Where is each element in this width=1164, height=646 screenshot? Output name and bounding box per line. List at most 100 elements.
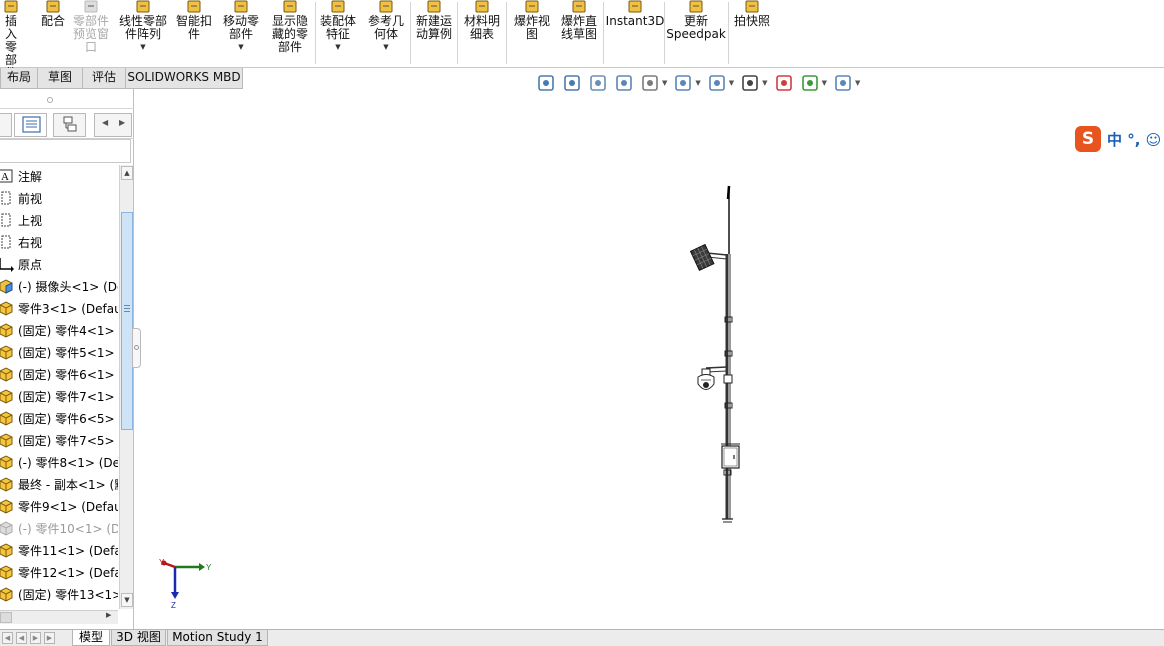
tree-item[interactable]: 前视 (0, 187, 118, 209)
plane-icon (0, 190, 14, 206)
ime-status-bar[interactable]: S 中 °, ☺ (1075, 126, 1164, 152)
tree-item[interactable]: (固定) 零件6<1> ( (0, 363, 118, 385)
insert-component-button[interactable]: 插入零 部件▼ (0, 0, 22, 90)
tree-item[interactable]: (固定) 零件6<5> ( (0, 407, 118, 429)
dropdown-caret-icon[interactable]: ▼ (822, 79, 827, 87)
previous-view-icon[interactable] (588, 73, 608, 93)
update-speedpak-button[interactable]: 更新 Speedpak (666, 0, 726, 64)
tree-item-label: (固定) 零件7<1> ( (18, 389, 118, 404)
scroll-right-arrow-icon[interactable]: ▶ (106, 611, 111, 619)
tree-item[interactable]: (-) 摄像头<1> (De (0, 275, 118, 297)
ime-logo-icon[interactable]: S (1075, 126, 1101, 152)
ribbon-separator (315, 2, 316, 64)
tree-item[interactable]: (固定) 零件7<1> ( (0, 385, 118, 407)
first-tab-icon[interactable]: ◀ (2, 632, 13, 644)
dropdown-caret-icon[interactable]: ▼ (729, 79, 734, 87)
command-tab-2[interactable]: 评估 (82, 68, 126, 89)
edit-appearance-icon[interactable] (774, 73, 794, 93)
prev-tab-icon[interactable]: ◀ (16, 632, 27, 644)
linear-pattern-label: 线性零部 件阵列 (118, 14, 167, 41)
reference-geometry-button[interactable]: 参考几 何体 ▼ (364, 0, 408, 64)
tree-item[interactable]: A 注解 (0, 165, 118, 187)
assembly-features-button[interactable]: 装配体 特征 ▼ (316, 0, 360, 64)
apply-scene-icon[interactable] (800, 73, 820, 93)
dropdown-caret-icon[interactable]: ▼ (335, 43, 340, 51)
tree-item[interactable]: (-) 零件8<1> (Det (0, 451, 118, 473)
command-tab-0[interactable]: 布局 (0, 68, 38, 89)
dropdown-caret-icon[interactable]: ▼ (383, 43, 388, 51)
tree-item[interactable]: 零件11<1> (Defa (0, 539, 118, 561)
tree-item[interactable]: 上视 (0, 209, 118, 231)
dropdown-caret-icon[interactable]: ▼ (238, 43, 243, 51)
tree-item-label: 前视 (18, 191, 43, 206)
part-yellow-icon (0, 432, 14, 448)
tree-item-label: (-) 零件8<1> (Det (18, 455, 118, 470)
ribbon-separator (457, 2, 458, 64)
move-component-button[interactable]: 移动零 部件 ▼ (218, 0, 264, 64)
tree-item[interactable]: 右视 (0, 231, 118, 253)
tree-item[interactable]: (固定) 零件13<1> (0, 583, 118, 605)
explode-line-sketch-button[interactable]: 爆炸直 线草图 (556, 0, 602, 64)
assembly-model[interactable] (135, 89, 1164, 629)
ime-mode-text[interactable]: 中 °, ☺ (1107, 129, 1161, 150)
bottom-tab-2[interactable]: Motion Study 1 (167, 630, 268, 646)
hide-show-icon[interactable] (740, 73, 760, 93)
property-manager-tab[interactable] (14, 113, 47, 137)
scroll-thumb[interactable] (121, 212, 133, 430)
tree-item[interactable]: 最终 - 副本<1> (默 (0, 473, 118, 495)
configuration-manager-tab[interactable] (53, 113, 86, 137)
scroll-down-icon[interactable]: ▼ (121, 593, 133, 607)
mate-button[interactable]: 配合 (38, 0, 68, 64)
new-motion-study-button[interactable]: 新建运 动算例 (412, 0, 456, 64)
last-tab-icon[interactable]: ▶ (44, 632, 55, 644)
dropdown-caret-icon[interactable]: ▼ (855, 79, 860, 87)
hscroll-thumb[interactable] (0, 612, 12, 623)
tree-item[interactable]: 零件12<1> (Defa (0, 561, 118, 583)
exploded-view-button[interactable]: 爆炸视 图 (510, 0, 554, 64)
panel-grip[interactable] (0, 91, 134, 109)
smart-fasteners-button[interactable]: 智能扣 件 (172, 0, 216, 64)
tree-item[interactable]: 零件3<1> (Defau (0, 297, 118, 319)
tree-horizontal-scrollbar[interactable]: ▶ (0, 610, 118, 624)
view-orientation-icon[interactable] (673, 73, 693, 93)
exploded-view-icon (521, 0, 543, 14)
tree-item[interactable]: 原点 (0, 253, 118, 275)
dropdown-caret-icon[interactable]: ▼ (662, 79, 667, 87)
dynamic-annotation-icon[interactable] (640, 73, 660, 93)
scroll-up-icon[interactable]: ▲ (121, 166, 133, 180)
tree-item[interactable]: (-) 零件10<1> (De (0, 517, 118, 539)
command-tab-1[interactable]: 草图 (37, 68, 83, 89)
show-hidden-button[interactable]: 显示隐 藏的零 部件 (266, 0, 314, 64)
dropdown-caret-icon[interactable]: ▼ (762, 79, 767, 87)
assembly-features-label: 装配体 特征 (319, 14, 356, 41)
view-settings-icon[interactable] (833, 73, 853, 93)
mate-label: 配合 (40, 14, 65, 28)
display-style-icon[interactable] (707, 73, 727, 93)
bottom-tab-1[interactable]: 3D 视图 (111, 630, 166, 646)
dropdown-caret-icon[interactable]: ▼ (695, 79, 700, 87)
instant3d-button[interactable]: Instant3D (604, 0, 666, 64)
command-tab-3[interactable]: SOLIDWORKS MBD (125, 68, 243, 89)
next-tab-icon[interactable]: ▶ (30, 632, 41, 644)
component-preview-button[interactable]: 零部件 预览窗 口 (68, 0, 114, 64)
tree-item[interactable]: (固定) 零件5<1> ( (0, 341, 118, 363)
scroll-left-icon[interactable]: ◀ (102, 118, 108, 127)
section-view-icon[interactable] (614, 73, 634, 93)
tree-item[interactable]: (固定) 零件7<5> ( (0, 429, 118, 451)
scroll-right-icon[interactable]: ▶ (119, 118, 125, 127)
bottom-tab-0[interactable]: 模型 (72, 630, 110, 646)
bill-of-materials-button[interactable]: 材料明 细表 (460, 0, 504, 64)
tree-item[interactable]: 零件9<1> (Defau (0, 495, 118, 517)
zoom-to-fit-icon[interactable] (536, 73, 556, 93)
tree-filter-input[interactable] (0, 139, 131, 163)
panel-tab-scroller[interactable]: ◀ ▶ (94, 113, 132, 137)
zoom-area-icon[interactable] (562, 73, 582, 93)
dropdown-caret-icon[interactable]: ▼ (140, 43, 145, 51)
linear-pattern-button[interactable]: 线性零部 件阵列 ▼ (116, 0, 170, 64)
part-yellow-icon (0, 564, 14, 580)
graphics-area[interactable]: Y Y Z (135, 89, 1164, 629)
tree-vertical-scrollbar[interactable]: ▲ ▼ (119, 165, 133, 609)
take-snapshot-button[interactable]: 拍快照 (732, 0, 772, 64)
tree-item[interactable]: (固定) 零件4<1> - (0, 319, 118, 341)
feature-manager-tab[interactable] (0, 113, 12, 137)
